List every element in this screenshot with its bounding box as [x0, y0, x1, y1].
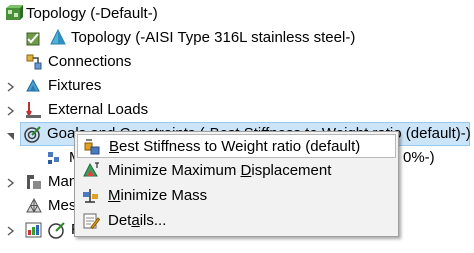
- tree-item-fixtures[interactable]: Fixtures: [0, 74, 474, 98]
- stiffness-weight-icon: [82, 137, 102, 157]
- tree-goal-child-suffix: 0%-): [403, 149, 435, 166]
- expand-arrow-icon[interactable]: [6, 80, 16, 92]
- tree-part-label: Topology (-AISI Type 316L stainless stee…: [71, 29, 356, 46]
- connections-icon: [24, 52, 44, 72]
- tree-external-loads-label: External Loads: [48, 101, 149, 118]
- menu-item-label: Minimize Maximum Displacement: [108, 162, 332, 179]
- tree-manufacturing-label: Man: [48, 173, 78, 190]
- goals-target-icon: [23, 124, 43, 144]
- menu-item-minimize-displacement[interactable]: Minimize Maximum Displacement: [77, 159, 396, 183]
- external-loads-icon: [24, 100, 44, 120]
- manufacturing-icon: [24, 172, 44, 192]
- tree-mesh-label: Mes: [48, 197, 77, 214]
- results-target-icon: [47, 220, 67, 240]
- tree-fixtures-label: Fixtures: [48, 77, 102, 94]
- expand-arrow-icon[interactable]: [6, 176, 16, 188]
- solid-body-icon: [48, 28, 68, 48]
- tree-root-topology[interactable]: Topology (-Default-): [0, 2, 474, 26]
- goals-context-menu: Best Stiffness to Weight ratio (default)…: [74, 131, 399, 237]
- collapse-arrow-icon[interactable]: [6, 128, 16, 140]
- fixtures-icon: [24, 76, 44, 96]
- tree-connections-label: Connections: [48, 53, 132, 70]
- menu-item-best-stiffness[interactable]: Best Stiffness to Weight ratio (default): [77, 134, 396, 158]
- details-edit-icon: [81, 211, 101, 231]
- tree-item-connections[interactable]: Connections: [0, 50, 474, 74]
- menu-item-label: Best Stiffness to Weight ratio (default): [109, 138, 361, 155]
- tree-item-external-loads[interactable]: External Loads: [0, 98, 474, 122]
- expand-arrow-icon[interactable]: [6, 104, 16, 116]
- menu-item-label: Details...: [108, 212, 167, 229]
- mesh-icon: [24, 196, 44, 216]
- part-check-icon: [24, 28, 44, 48]
- expand-arrow-icon[interactable]: [6, 224, 16, 236]
- tree-item-part[interactable]: Topology (-AISI Type 316L stainless stee…: [0, 26, 474, 50]
- displacement-icon: [81, 161, 101, 181]
- results-folder-icon: [24, 220, 44, 240]
- mass-scale-icon: [81, 186, 101, 206]
- menu-item-minimize-mass[interactable]: Minimize Mass: [77, 184, 396, 208]
- tree-root-label: Topology (-Default-): [26, 5, 158, 22]
- topology-study-icon: [4, 4, 24, 24]
- goal-child-icon: [44, 148, 64, 168]
- menu-item-details[interactable]: Details...: [77, 209, 396, 233]
- menu-item-label: Minimize Mass: [108, 187, 208, 204]
